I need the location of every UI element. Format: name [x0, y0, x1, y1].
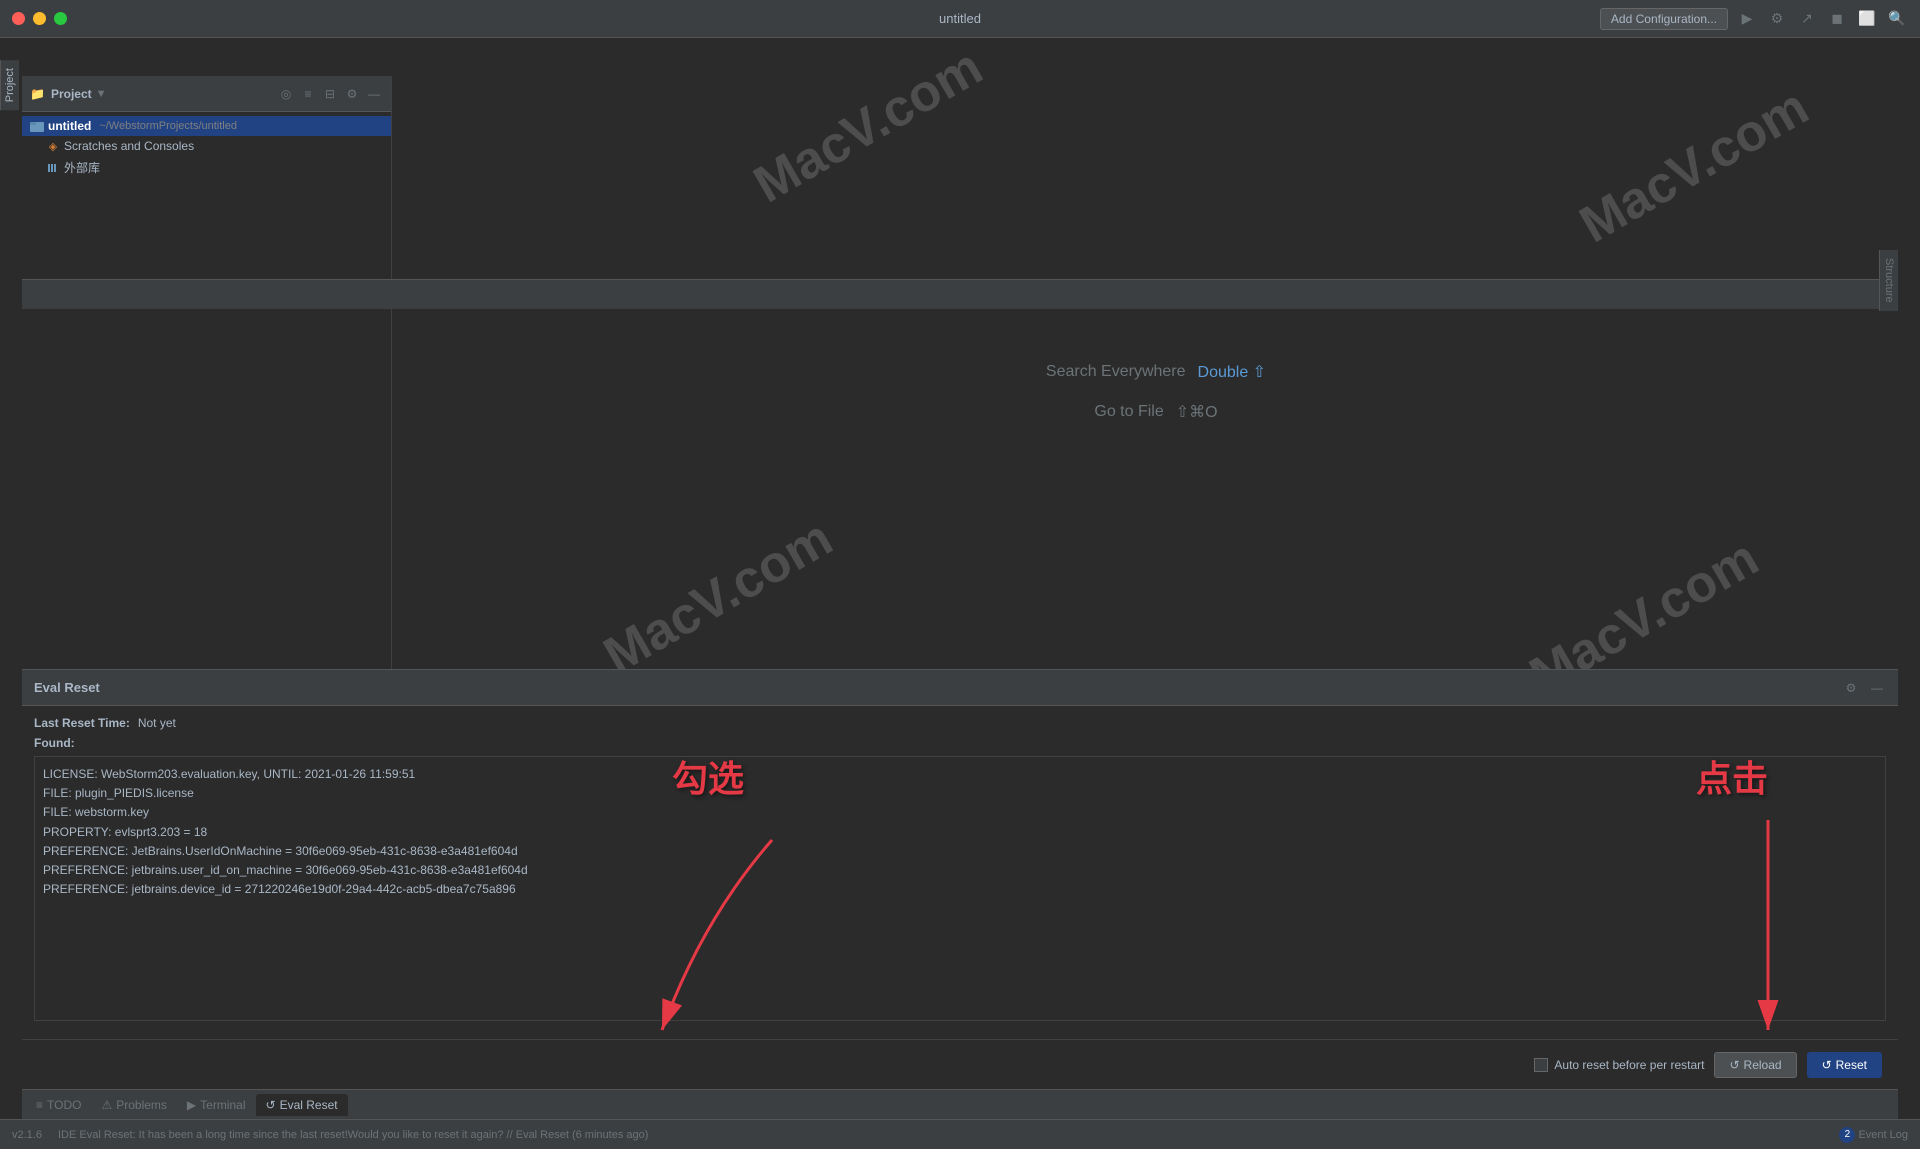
todo-label: TODO	[47, 1098, 81, 1112]
status-left: v2.1.6	[12, 1129, 42, 1141]
traffic-lights	[12, 12, 67, 25]
eval-reset-icon: ↺	[266, 1098, 276, 1112]
add-configuration-button[interactable]: Add Configuration...	[1600, 8, 1728, 30]
auto-reset-text: Auto reset before per restart	[1554, 1058, 1704, 1072]
version-label: v2.1.6	[12, 1129, 42, 1141]
last-reset-row: Last Reset Time: Not yet	[34, 716, 1886, 730]
run-icon[interactable]: ▶	[1736, 8, 1758, 30]
goto-file-label: Go to File	[1094, 403, 1163, 421]
main-layout: 📁 Project ▼ ◎ ≡ ⊟ ⚙ — un	[22, 76, 1920, 707]
coverage-icon[interactable]: ↗	[1796, 8, 1818, 30]
last-reset-value: Not yet	[138, 716, 176, 730]
tree-item-library[interactable]: 外部库	[22, 156, 391, 179]
project-panel: 📁 Project ▼ ◎ ≡ ⊟ ⚙ — un	[22, 76, 392, 707]
watermark-3: MacV.com	[594, 508, 843, 686]
reload-icon: ↺	[1729, 1058, 1739, 1072]
project-tree: untitled ~/WebstormProjects/untitled ◈ S…	[22, 112, 391, 707]
log-line: PROPERTY: evlsprt3.203 = 18	[43, 823, 1877, 842]
terminal-icon: ▶	[187, 1098, 196, 1112]
project-header-icons: ◎ ≡ ⊟ ⚙ —	[277, 85, 383, 103]
log-line: PREFERENCE: jetbrains.user_id_on_machine…	[43, 861, 1877, 880]
watermark-2: MacV.com	[1569, 77, 1818, 255]
problems-tab[interactable]: ⚠ Problems	[91, 1094, 176, 1116]
search-everywhere-label: Search Everywhere	[1046, 363, 1186, 381]
search-shortcut: Double ⇧	[1198, 362, 1267, 382]
found-row: Found:	[34, 736, 1886, 750]
close-button[interactable]	[12, 12, 25, 25]
auto-reset-checkbox[interactable]	[1534, 1058, 1548, 1072]
bottom-tool-tabs	[22, 279, 1898, 309]
project-title: Project ▼	[51, 87, 107, 101]
found-label: Found:	[34, 736, 75, 750]
settings-icon[interactable]: ⚙	[343, 85, 361, 103]
bottom-panel: Eval Reset ⚙ — Last Reset Time: Not yet …	[22, 669, 1898, 1089]
eval-reset-label: Eval Reset	[280, 1098, 338, 1112]
last-reset-label: Last Reset Time:	[34, 716, 130, 730]
locate-icon[interactable]: ◎	[277, 85, 295, 103]
project-name: untitled	[48, 119, 91, 133]
settings-panel-icon[interactable]: ⚙	[1842, 679, 1860, 697]
expand-icon[interactable]: ⊟	[321, 85, 339, 103]
event-log-label: Event Log	[1858, 1129, 1908, 1141]
problems-icon: ⚠	[101, 1098, 112, 1112]
titlebar: untitled Add Configuration... ▶ ⚙ ↗ ◼ ⬜ …	[0, 0, 1920, 38]
reset-button[interactable]: ↺ Reset	[1807, 1052, 1882, 1078]
structure-tab[interactable]: Structure	[1879, 250, 1898, 311]
log-line: LICENSE: WebStorm203.evaluation.key, UNT…	[43, 765, 1877, 784]
problems-label: Problems	[116, 1098, 167, 1112]
log-line: PREFERENCE: JetBrains.UserIdOnMachine = …	[43, 842, 1877, 861]
event-log-badge: 2	[1839, 1127, 1855, 1143]
library-name: 外部库	[64, 159, 100, 176]
todo-tab[interactable]: ≡ TODO	[26, 1094, 91, 1116]
status-message: IDE Eval Reset: It has been a long time …	[58, 1129, 1823, 1141]
goto-file-hint: Go to File ⇧⌘O	[1094, 402, 1217, 422]
editor-area: MacV.com MacV.com MacV.com MacV.com Sear…	[392, 76, 1920, 707]
window-icon[interactable]: ⬜	[1856, 8, 1878, 30]
minimize-button[interactable]	[33, 12, 46, 25]
watermark-1: MacV.com	[744, 37, 993, 215]
project-dropdown-arrow[interactable]: ▼	[96, 88, 107, 100]
tree-item-untitled[interactable]: untitled ~/WebstormProjects/untitled	[22, 116, 391, 136]
todo-icon: ≡	[36, 1098, 43, 1112]
stop-icon[interactable]: ◼	[1826, 8, 1848, 30]
bottom-header-icons: ⚙ —	[1842, 679, 1886, 697]
terminal-label: Terminal	[200, 1098, 245, 1112]
search-everywhere-hint: Search Everywhere Double ⇧	[1046, 362, 1266, 382]
library-icon	[46, 161, 60, 175]
bottom-panel-title: Eval Reset	[34, 680, 100, 695]
bottom-panel-content: Last Reset Time: Not yet Found: LICENSE:…	[22, 706, 1898, 1031]
editor-hints: Search Everywhere Double ⇧ Go to File ⇧⌘…	[1046, 362, 1266, 422]
statusbar: v2.1.6 IDE Eval Reset: It has been a lon…	[0, 1119, 1920, 1149]
status-right: 2 Event Log	[1839, 1127, 1908, 1143]
terminal-tab[interactable]: ▶ Terminal	[177, 1094, 256, 1116]
close-panel-icon[interactable]: —	[365, 85, 383, 103]
reload-button[interactable]: ↺ Reload	[1714, 1052, 1796, 1078]
eval-reset-tab[interactable]: ↺ Eval Reset	[256, 1094, 348, 1116]
goto-shortcut: ⇧⌘O	[1176, 402, 1218, 422]
minimize-panel-icon[interactable]: —	[1868, 679, 1886, 697]
log-area: LICENSE: WebStorm203.evaluation.key, UNT…	[34, 756, 1886, 1021]
debug-icon[interactable]: ⚙	[1766, 8, 1788, 30]
scratch-icon: ◈	[46, 139, 60, 153]
tree-item-scratches[interactable]: ◈ Scratches and Consoles	[22, 136, 391, 156]
project-vertical-tab[interactable]: Project	[0, 60, 19, 110]
bottom-panel-header: Eval Reset ⚙ —	[22, 670, 1898, 706]
log-line: PREFERENCE: jetbrains.device_id = 271220…	[43, 880, 1877, 899]
toolbar-right: Add Configuration... ▶ ⚙ ↗ ◼ ⬜ 🔍	[1600, 8, 1908, 30]
maximize-button[interactable]	[54, 12, 67, 25]
window-title: untitled	[939, 11, 981, 26]
search-everywhere-icon[interactable]: 🔍	[1886, 8, 1908, 30]
reset-icon: ↺	[1822, 1058, 1832, 1072]
collapse-icon[interactable]: ≡	[299, 85, 317, 103]
auto-reset-checkbox-label[interactable]: Auto reset before per restart	[1534, 1058, 1704, 1072]
log-line: FILE: plugin_PIEDIS.license	[43, 784, 1877, 803]
event-log-item[interactable]: 2 Event Log	[1839, 1127, 1908, 1143]
bottom-tabs-bar: ≡ TODO ⚠ Problems ▶ Terminal ↺ Eval Rese…	[22, 1089, 1898, 1119]
action-bar: Auto reset before per restart ↺ Reload ↺…	[22, 1039, 1898, 1089]
log-line: FILE: webstorm.key	[43, 803, 1877, 822]
project-path: ~/WebstormProjects/untitled	[99, 120, 237, 132]
project-header: 📁 Project ▼ ◎ ≡ ⊟ ⚙ —	[22, 76, 391, 112]
scratch-name: Scratches and Consoles	[64, 139, 194, 153]
folder-icon	[30, 119, 44, 133]
